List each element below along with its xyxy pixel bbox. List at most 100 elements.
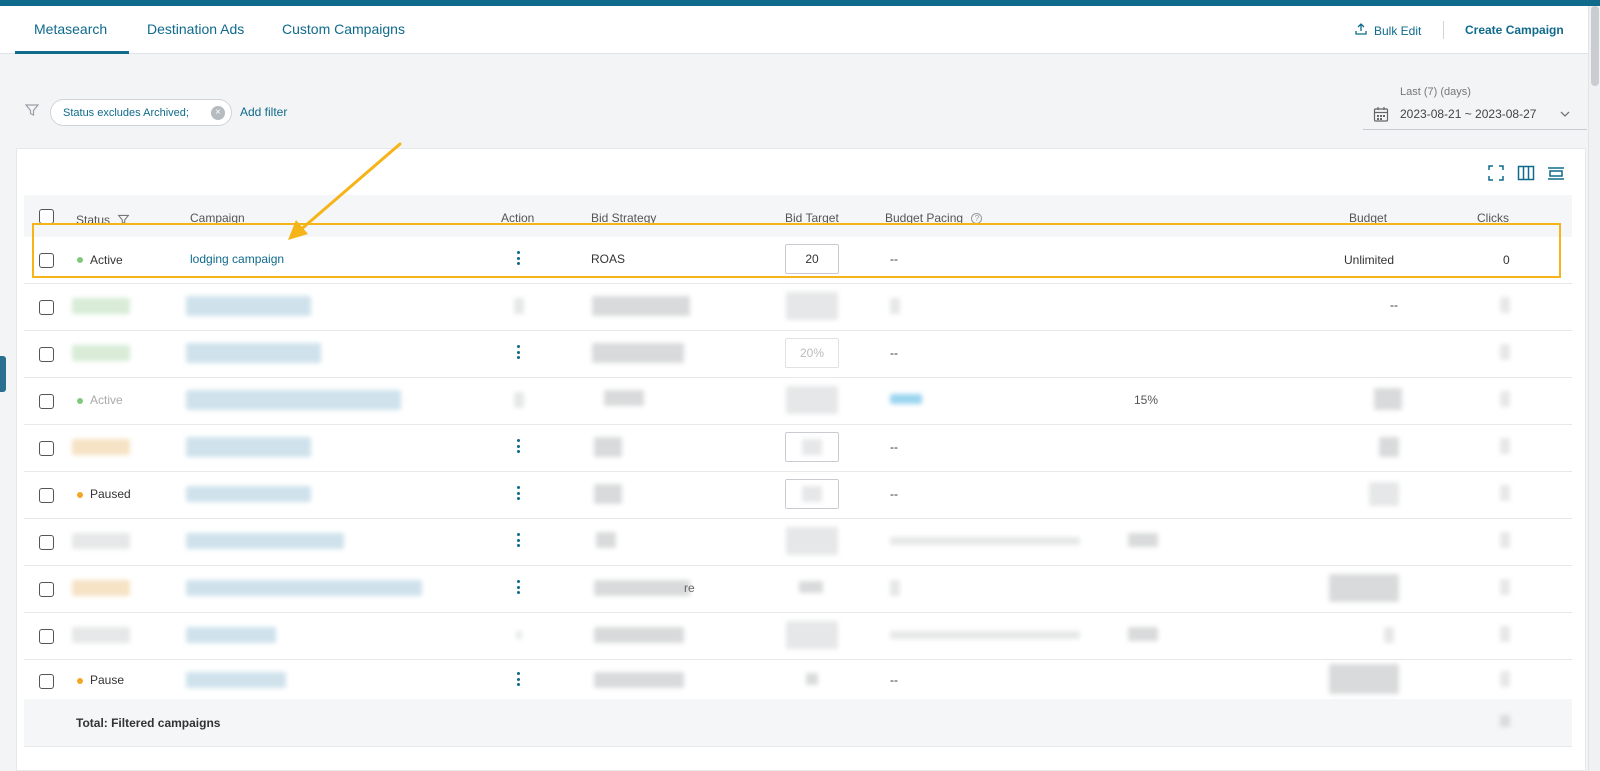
scrollbar-thumb[interactable] <box>1591 6 1599 86</box>
redacted-status <box>72 627 130 643</box>
redacted-bid-strategy <box>594 484 622 504</box>
redacted-clicks <box>1500 438 1510 454</box>
header-divider <box>1443 21 1444 39</box>
row-checkbox[interactable] <box>39 629 54 644</box>
tab-custom-campaigns[interactable]: Custom Campaigns <box>282 21 405 37</box>
row-actions-icon[interactable] <box>511 532 525 548</box>
row-actions-icon[interactable] <box>511 438 525 454</box>
row-checkbox[interactable] <box>39 394 54 409</box>
table-row[interactable]: Paused -- <box>24 472 1572 519</box>
redacted-status <box>72 439 130 455</box>
bid-target-input[interactable]: 20 <box>785 244 839 274</box>
row-checkbox[interactable] <box>39 441 54 456</box>
active-tab-indicator <box>15 51 129 54</box>
row-budget-pacing: -- <box>890 440 898 454</box>
header-status[interactable]: Status <box>76 211 130 227</box>
filter-chip-label: Status excludes Archived; <box>63 106 189 119</box>
redacted-bid-target <box>786 527 838 555</box>
row-checkbox[interactable] <box>39 347 54 362</box>
row-checkbox[interactable] <box>39 582 54 597</box>
row-checkbox[interactable] <box>39 300 54 315</box>
table-row[interactable]: -- <box>24 284 1572 331</box>
table-row[interactable]: re <box>24 566 1572 613</box>
redacted-bid-target <box>786 621 838 649</box>
row-checkbox[interactable] <box>39 535 54 550</box>
header-campaign[interactable]: Campaign <box>190 211 245 225</box>
header-bid-target[interactable]: Bid Target <box>785 211 839 225</box>
tab-destination-ads[interactable]: Destination Ads <box>147 21 244 37</box>
header-status-label: Status <box>76 213 111 227</box>
bid-target-input[interactable]: 20% <box>785 338 839 368</box>
select-all-checkbox[interactable] <box>39 209 54 224</box>
header-clicks[interactable]: Clicks <box>1477 211 1509 225</box>
row-bid-strategy: ROAS <box>591 252 626 266</box>
row-checkbox[interactable] <box>39 674 54 689</box>
redacted-budget <box>1379 437 1399 457</box>
row-actions-icon[interactable] <box>511 671 525 687</box>
table-row[interactable]: Active 15% <box>24 378 1572 425</box>
redacted-bid-strategy <box>592 296 690 316</box>
tab-bar: Metasearch Destination Ads Custom Campai… <box>0 6 1588 54</box>
header-bid-strategy[interactable]: Bid Strategy <box>591 211 656 225</box>
redacted-budget <box>1384 627 1394 643</box>
row-budget-pacing: -- <box>890 346 898 360</box>
redacted-campaign <box>186 343 321 363</box>
create-campaign-button[interactable]: Create Campaign <box>1465 23 1564 37</box>
upload-icon <box>1354 22 1368 39</box>
header-budget-pacing[interactable]: Budget Pacing ? <box>885 211 983 225</box>
total-row: Total: Filtered campaigns <box>24 699 1572 747</box>
row-actions-icon[interactable] <box>511 344 525 360</box>
redacted-bid-target <box>806 673 818 685</box>
campaign-link[interactable]: lodging campaign <box>190 252 284 266</box>
redacted-budget <box>1329 664 1399 694</box>
columns-icon[interactable] <box>1517 164 1535 185</box>
bid-target-input[interactable] <box>785 432 839 462</box>
redacted-pacing-percent <box>1128 627 1158 641</box>
row-actions-icon[interactable] <box>511 250 525 266</box>
table-row[interactable]: 20% -- <box>24 331 1572 378</box>
row-pacing-percent: 15% <box>1134 393 1159 407</box>
redacted-campaign <box>186 437 311 457</box>
expand-icon[interactable] <box>1487 164 1505 185</box>
header-budget[interactable]: Budget <box>1349 211 1387 225</box>
row-clicks: 0 <box>1503 253 1510 267</box>
redacted-campaign <box>186 672 286 688</box>
calendar-icon <box>1373 106 1389 126</box>
status-filter-icon[interactable] <box>117 214 130 229</box>
redacted-campaign <box>186 486 311 502</box>
status-dot <box>77 492 83 498</box>
redacted-clicks <box>1500 344 1510 360</box>
redacted-bid-strategy <box>604 390 644 406</box>
remove-filter-icon[interactable]: × <box>211 106 225 120</box>
bulk-edit-button[interactable]: Bulk Edit <box>1354 22 1421 39</box>
bid-target-input[interactable] <box>785 479 839 509</box>
status-dot <box>77 257 83 263</box>
table-row[interactable]: Pause -- <box>24 660 1572 700</box>
add-filter-link[interactable]: Add filter <box>240 105 287 119</box>
redacted-clicks <box>1500 485 1510 501</box>
tab-metasearch[interactable]: Metasearch <box>34 21 107 37</box>
redacted-clicks <box>1500 297 1510 313</box>
total-label: Total: Filtered campaigns <box>76 716 221 730</box>
filter-icon[interactable] <box>24 102 40 121</box>
table-header: Status Campaign Action Bid Strategy Bid … <box>24 195 1572 239</box>
row-bid-strategy-fragment: re <box>684 581 695 595</box>
table-row[interactable] <box>24 519 1572 566</box>
status-dot <box>77 678 83 684</box>
side-panel-handle[interactable] <box>0 356 6 392</box>
page-scrollbar[interactable] <box>1588 6 1600 771</box>
table-row[interactable]: -- <box>24 425 1572 472</box>
density-icon[interactable] <box>1547 164 1565 185</box>
redacted-campaign <box>186 296 311 316</box>
pacing-bar <box>890 394 922 404</box>
row-actions-icon[interactable] <box>511 485 525 501</box>
row-checkbox[interactable] <box>39 253 54 268</box>
table-row[interactable]: Active lodging campaign ROAS 20 -- Unlim… <box>24 237 1572 284</box>
date-range-picker[interactable]: 2023-08-21 ~ 2023-08-27 <box>1363 101 1587 130</box>
row-actions-icon[interactable] <box>511 579 525 595</box>
status-filter-chip[interactable]: Status excludes Archived; × <box>50 99 232 126</box>
table-row[interactable] <box>24 613 1572 660</box>
row-checkbox[interactable] <box>39 488 54 503</box>
redacted-status <box>72 533 130 549</box>
help-icon[interactable]: ? <box>971 213 983 224</box>
